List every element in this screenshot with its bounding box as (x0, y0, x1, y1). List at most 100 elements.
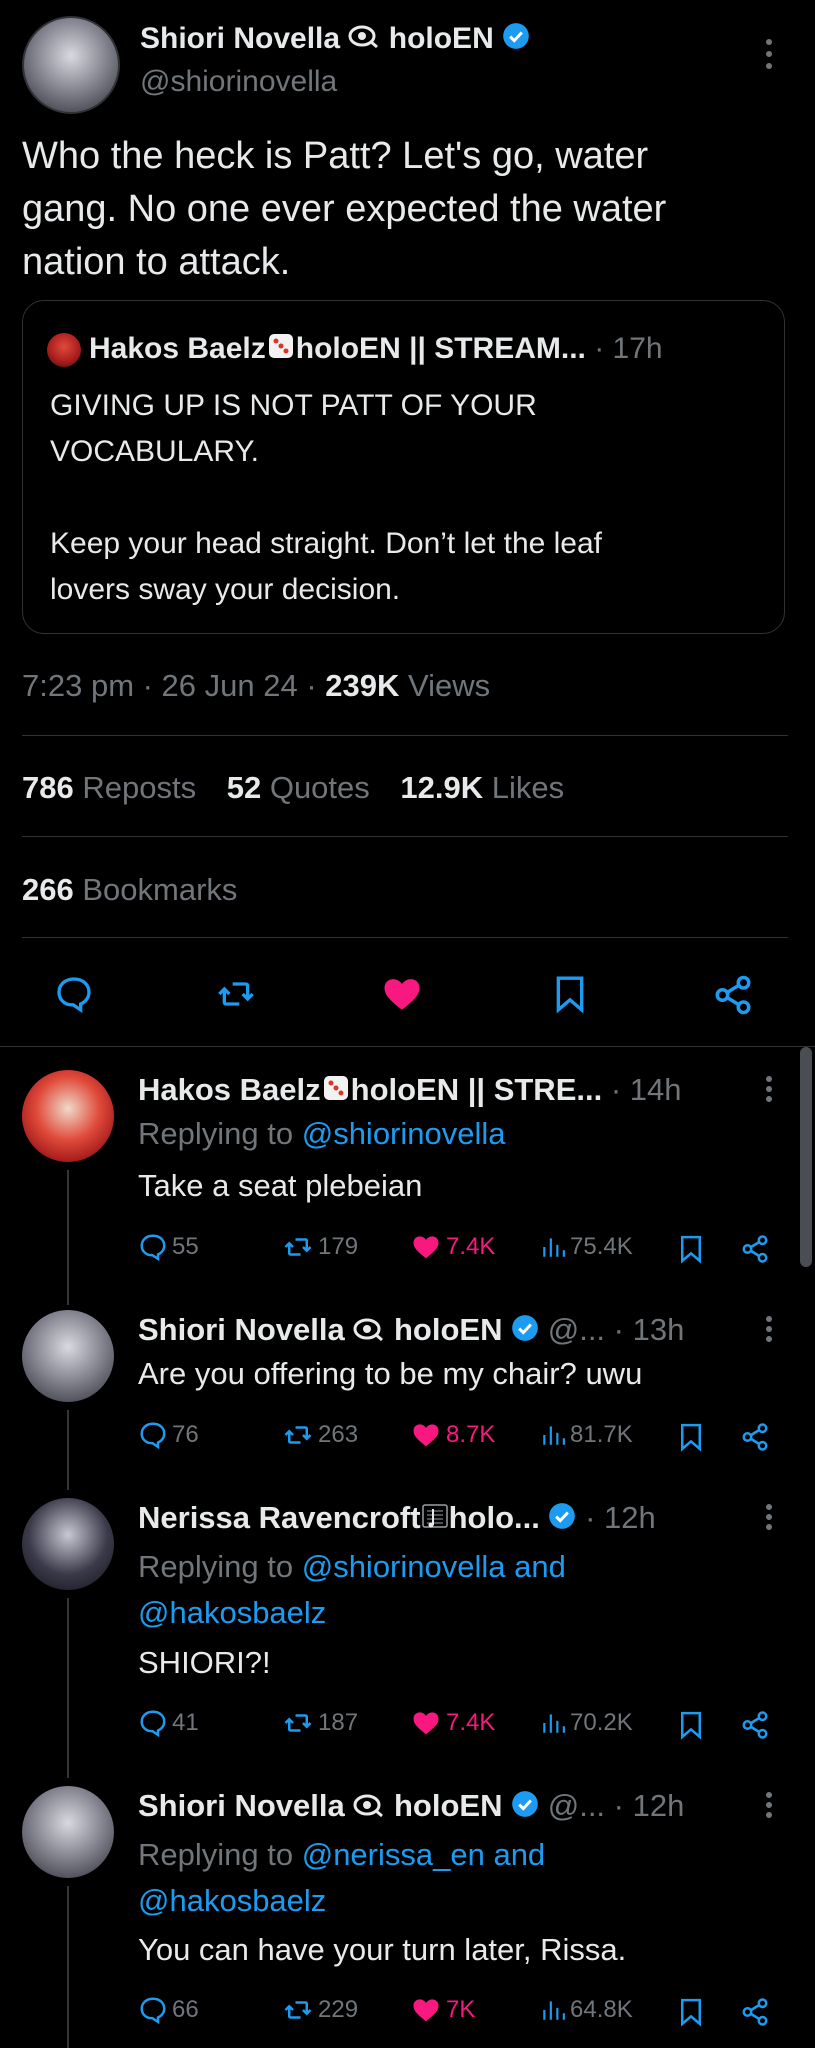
reply-author[interactable]: Shiori Novella (138, 1788, 345, 1823)
bookmark-icon[interactable] (550, 974, 590, 1019)
like-button[interactable]: 7.4K (410, 1708, 495, 1738)
mention-link[interactable]: @hakosbaelz (138, 1590, 566, 1636)
repost-button[interactable]: 179 (282, 1232, 358, 1262)
share-icon[interactable] (740, 1710, 770, 1745)
reply-icon[interactable] (54, 974, 94, 1019)
author-suffix: holoEN (388, 22, 494, 55)
replying-to: Replying to @shiorinovella and @hakosbae… (138, 1544, 566, 1636)
reply-button[interactable]: 41 (138, 1708, 199, 1738)
reply-author-suffix: holoEN (393, 1312, 503, 1347)
more-icon[interactable] (763, 36, 775, 72)
bookmark-icon[interactable] (676, 1422, 706, 1457)
like-button[interactable]: 7.4K (410, 1232, 495, 1262)
share-icon[interactable] (712, 974, 754, 1021)
dice-icon (321, 1073, 351, 1111)
reply-header: Shiori Novella holoEN @... · 12h (138, 1788, 684, 1826)
avatar[interactable] (22, 16, 120, 114)
music-icon (421, 1501, 449, 1539)
replying-to: Replying to @shiorinovella (138, 1116, 506, 1151)
reply-header: Shiori Novella holoEN @... · 13h (138, 1312, 684, 1350)
share-icon[interactable] (740, 1422, 770, 1457)
reply-text: You can have your turn later, Rissa. (138, 1932, 627, 1967)
verified-icon (511, 1314, 539, 1350)
reply-handle: @... (547, 1788, 606, 1823)
tweet-timestamp-row: 7:23 pm · 26 Jun 24 · 239K Views (22, 668, 490, 704)
replying-to: Replying to @nerissa_en and @hakosbaelz (138, 1832, 545, 1924)
avatar[interactable] (22, 1310, 114, 1402)
author-handle[interactable]: @shiorinovella (140, 65, 337, 99)
mention-link[interactable]: @nerissa_en and (302, 1837, 545, 1872)
scrollbar[interactable] (800, 1047, 812, 1267)
likes-stat[interactable]: 12.9K Likes (400, 770, 564, 805)
reply-button[interactable]: 76 (138, 1420, 199, 1450)
author-name[interactable]: Shiori Novella (140, 22, 340, 55)
quoted-avatar (47, 333, 81, 367)
eye-icon (348, 23, 380, 57)
thread-line (67, 1170, 69, 1305)
tweet-timestamp[interactable]: 7:23 pm · 26 Jun 24 · (22, 668, 317, 703)
views-label: Views (408, 668, 491, 703)
quoted-text: GIVING UP IS NOT PATT OF YOUR VOCABULARY… (50, 389, 603, 606)
mention-link[interactable]: @shiorinovella (302, 1116, 506, 1151)
repost-button[interactable]: 229 (282, 1995, 358, 2025)
more-icon[interactable] (763, 1790, 775, 1825)
divider (22, 735, 788, 736)
author-name-row: Shiori Novella holoEN (140, 22, 530, 58)
reply-author[interactable]: Hakos Baelz (138, 1072, 321, 1107)
reply-button[interactable]: 55 (138, 1232, 199, 1262)
tweet-text: Who the heck is Patt? Let's go, water ga… (22, 135, 667, 283)
divider (22, 836, 788, 837)
like-button[interactable]: 7K (410, 1995, 475, 2025)
more-icon[interactable] (763, 1502, 775, 1537)
thread-line (67, 1410, 69, 1490)
reply-time: · 13h (613, 1312, 685, 1347)
views-count: 239K (325, 668, 400, 703)
reposts-stat[interactable]: 786 Reposts (22, 770, 196, 805)
mention-link[interactable]: @hakosbaelz (138, 1878, 545, 1924)
share-icon[interactable] (740, 1234, 770, 1269)
reply-time: · 14h (610, 1072, 682, 1107)
eye-icon (353, 1790, 385, 1826)
repost-icon[interactable] (216, 974, 256, 1019)
quoted-tweet[interactable]: Hakos Baelz holoEN || STREAM... · 17h GIV… (22, 300, 785, 634)
views-button[interactable]: 64.8K (540, 1995, 633, 2025)
thread-line (67, 1886, 69, 2048)
reply-author-suffix: holoEN || STRE... (350, 1072, 603, 1107)
more-icon[interactable] (763, 1074, 775, 1109)
share-icon[interactable] (740, 1997, 770, 2032)
avatar[interactable] (22, 1786, 114, 1878)
repost-button[interactable]: 187 (282, 1708, 358, 1738)
like-button[interactable]: 8.7K (410, 1420, 495, 1450)
reply-button[interactable]: 66 (138, 1995, 199, 2025)
avatar[interactable] (22, 1498, 114, 1590)
repost-button[interactable]: 263 (282, 1420, 358, 1450)
reply-text: SHIORI?! (138, 1645, 271, 1680)
views-button[interactable]: 70.2K (540, 1708, 633, 1738)
quoted-author-suffix: holoEN || STREAM... (295, 331, 586, 365)
bookmarks-stat[interactable]: 266 Bookmarks (22, 872, 237, 908)
reply-text: Take a seat plebeian (138, 1168, 423, 1203)
verified-icon (511, 1790, 539, 1826)
mention-link[interactable]: @shiorinovella and (302, 1549, 566, 1584)
avatar[interactable] (22, 1070, 114, 1162)
verified-icon (548, 1502, 576, 1538)
quoted-time: · 17h (594, 331, 663, 365)
divider (22, 937, 788, 938)
reply-text: Are you offering to be my chair? uwu (138, 1356, 643, 1391)
views-button[interactable]: 81.7K (540, 1420, 633, 1450)
quotes-stat[interactable]: 52 Quotes (227, 770, 370, 805)
bookmark-icon[interactable] (676, 1234, 706, 1269)
reply-author[interactable]: Shiori Novella (138, 1312, 345, 1347)
reply-author[interactable]: Nerissa Ravencroft (138, 1500, 421, 1535)
reply-header: Hakos Baelz holoEN || STRE... · 14h (138, 1072, 682, 1111)
bookmark-icon[interactable] (676, 1710, 706, 1745)
like-icon[interactable] (381, 973, 423, 1020)
reply-handle: @... (547, 1312, 606, 1347)
views-button[interactable]: 75.4K (540, 1232, 633, 1262)
bookmark-icon[interactable] (676, 1997, 706, 2032)
reply-author-suffix: holo... (448, 1500, 540, 1535)
reply-header: Nerissa Ravencroft holo... · 12h (138, 1500, 656, 1539)
more-icon[interactable] (763, 1314, 775, 1349)
quoted-author: Hakos Baelz (89, 331, 266, 365)
dice-icon (266, 331, 296, 369)
